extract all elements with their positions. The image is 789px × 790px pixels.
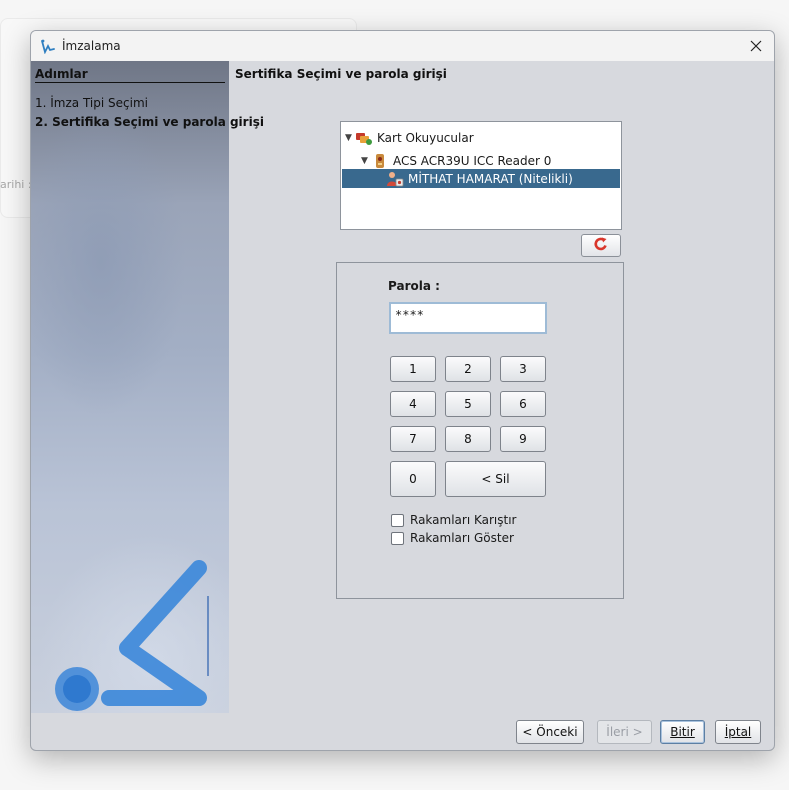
keypad-delete-button[interactable]: < Sil xyxy=(445,461,546,497)
refresh-icon xyxy=(593,236,609,255)
keypad-key-3[interactable]: 3 xyxy=(500,356,546,382)
keypad-key-7[interactable]: 7 xyxy=(390,426,436,452)
checkbox-box[interactable] xyxy=(391,513,404,527)
previous-button[interactable]: < Önceki xyxy=(516,720,584,744)
step-item-certificate: 2. Sertifika Seçimi ve parola girişi xyxy=(35,115,264,129)
next-button[interactable]: İleri > xyxy=(597,720,652,744)
sigma-logo xyxy=(49,556,211,729)
steps-heading: Adımlar xyxy=(35,67,225,83)
shuffle-digits-checkbox[interactable]: Rakamları Karıştır xyxy=(391,513,516,527)
certificate-user-icon xyxy=(386,171,404,187)
expand-triangle-icon[interactable]: ▼ xyxy=(361,156,371,166)
keypad-key-5[interactable]: 5 xyxy=(445,391,491,417)
keypad-key-8[interactable]: 8 xyxy=(445,426,491,452)
password-field[interactable]: **** xyxy=(389,302,547,334)
card-reader-icon xyxy=(371,153,389,169)
shuffle-digits-label: Rakamları Karıştır xyxy=(410,513,517,527)
password-panel: Parola : **** 1 2 3 4 5 6 7 8 9 0 < Sil … xyxy=(336,262,624,599)
refresh-button[interactable] xyxy=(581,234,621,257)
background-label: arihi : xyxy=(0,178,32,191)
title-bar: İmzalama xyxy=(31,31,774,61)
keypad-key-1[interactable]: 1 xyxy=(390,356,436,382)
tree-node-reader[interactable]: ▼ ACS ACR39U ICC Reader 0 xyxy=(361,151,551,170)
keypad-key-9[interactable]: 9 xyxy=(500,426,546,452)
steps-panel: Adımlar 1. İmza Tipi Seçimi 2. Sertifika… xyxy=(31,61,264,713)
show-digits-label: Rakamları Göster xyxy=(410,531,514,545)
card-readers-icon xyxy=(355,130,373,146)
tree-label-reader: ACS ACR39U ICC Reader 0 xyxy=(393,153,552,168)
tree-node-card-readers[interactable]: ▼ Kart Okuyucular xyxy=(345,128,474,147)
expand-triangle-icon[interactable]: ▼ xyxy=(345,133,355,143)
tree-label-certificate: MİTHAT HAMARAT (Nitelikli) xyxy=(408,171,573,186)
finish-button[interactable]: Bitir xyxy=(660,720,705,744)
tree-label-card-readers: Kart Okuyucular xyxy=(377,130,474,145)
keypad-key-6[interactable]: 6 xyxy=(500,391,546,417)
keypad-key-2[interactable]: 2 xyxy=(445,356,491,382)
close-icon[interactable] xyxy=(746,36,766,56)
cancel-label: İptal xyxy=(724,725,752,739)
show-digits-checkbox[interactable]: Rakamları Göster xyxy=(391,531,514,545)
keypad-key-0[interactable]: 0 xyxy=(390,461,436,497)
window-title: İmzalama xyxy=(62,39,121,53)
step-item-signature-type: 1. İmza Tipi Seçimi xyxy=(35,96,148,110)
signing-dialog: İmzalama Adımlar 1. İmza Tipi Seçimi 2. … xyxy=(30,30,775,751)
password-label: Parola : xyxy=(388,279,440,293)
card-reader-tree[interactable]: ▼ Kart Okuyucular ▼ ACS ACR39U ICC Reade… xyxy=(340,121,622,230)
checkbox-box[interactable] xyxy=(391,531,404,545)
finish-label: Bitir xyxy=(670,725,695,739)
section-title: Sertifika Seçimi ve parola girişi xyxy=(235,67,447,81)
tree-node-certificate[interactable]: MİTHAT HAMARAT (Nitelikli) xyxy=(342,169,620,188)
signature-app-icon xyxy=(40,38,56,54)
cancel-button[interactable]: İptal xyxy=(715,720,761,744)
keypad-key-4[interactable]: 4 xyxy=(390,391,436,417)
